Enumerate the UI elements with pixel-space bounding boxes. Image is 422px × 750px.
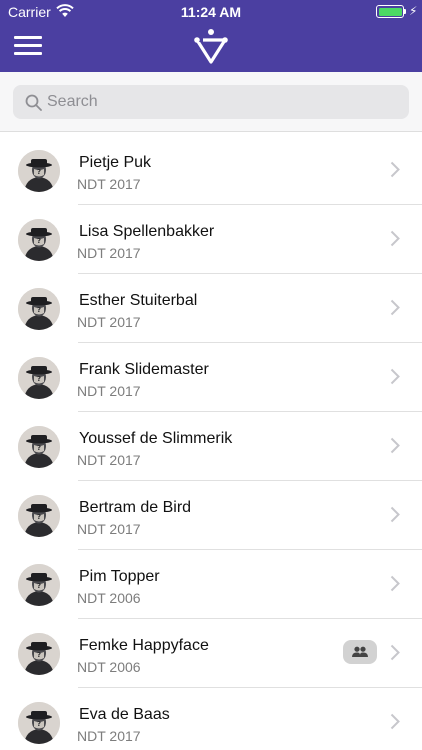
search-field[interactable] (13, 85, 409, 119)
avatar: ? (18, 219, 60, 261)
avatar-silhouette-icon: ? (18, 219, 60, 261)
contact-name: Pim Topper (79, 568, 160, 585)
avatar-silhouette-icon: ? (18, 288, 60, 330)
list-item[interactable]: ? Pietje Puk NDT 2017 (0, 136, 422, 205)
avatar-silhouette-icon: ? (18, 150, 60, 192)
status-bar: Carrier 11:24 AM ⚡ (0, 0, 422, 24)
svg-text:?: ? (37, 582, 41, 590)
chevron-right-icon (390, 506, 400, 523)
chevron-right-icon (390, 368, 400, 385)
contact-group: NDT 2006 (77, 590, 141, 606)
contact-name: Lisa Spellenbakker (79, 223, 215, 240)
list-item[interactable]: ? Eva de Baas NDT 2017 (0, 688, 422, 750)
avatar: ? (18, 426, 60, 468)
contact-name: Femke Happyface (79, 637, 209, 654)
list-item[interactable]: ? Bertram de Bird NDT 2017 (0, 481, 422, 550)
list-item[interactable]: ? Lisa Spellenbakker NDT 2017 (0, 205, 422, 274)
list-item[interactable]: ? Youssef de Slimmerik NDT 2017 (0, 412, 422, 481)
contact-group: NDT 2017 (77, 452, 141, 468)
battery-tip (404, 9, 406, 14)
svg-text:?: ? (37, 651, 41, 659)
chevron-right-icon (390, 230, 400, 247)
avatar-silhouette-icon: ? (18, 495, 60, 537)
chevron-right-icon (390, 161, 400, 178)
list-item[interactable]: ? Pim Topper NDT 2006 (0, 550, 422, 619)
contact-name: Pietje Puk (79, 154, 152, 171)
chevron-right-icon (390, 644, 400, 661)
contact-group: NDT 2017 (77, 245, 141, 261)
contact-name: Youssef de Slimmerik (79, 430, 233, 447)
avatar: ? (18, 564, 60, 606)
contact-group: NDT 2006 (77, 659, 141, 675)
svg-text:?: ? (37, 375, 41, 383)
app-header: Carrier 11:24 AM ⚡ (0, 0, 422, 72)
avatar-silhouette-icon: ? (18, 564, 60, 606)
contact-name: Eva de Baas (79, 706, 170, 723)
contact-name: Frank Slidemaster (79, 361, 209, 378)
search-icon (25, 94, 42, 111)
avatar: ? (18, 633, 60, 675)
contact-group: NDT 2017 (77, 314, 141, 330)
chevron-right-icon (390, 575, 400, 592)
svg-text:?: ? (37, 444, 41, 452)
avatar: ? (18, 702, 60, 744)
contact-name: Bertram de Bird (79, 499, 192, 516)
chevron-right-icon (390, 713, 400, 730)
search-input[interactable] (47, 85, 397, 119)
avatar: ? (18, 288, 60, 330)
group-badge[interactable] (343, 640, 377, 664)
chevron-right-icon (390, 437, 400, 454)
avatar-silhouette-icon: ? (18, 702, 60, 744)
list-item[interactable]: ? Femke Happyface NDT 2006 (0, 619, 422, 688)
search-bar-container (0, 72, 422, 132)
avatar: ? (18, 495, 60, 537)
svg-text:?: ? (37, 513, 41, 521)
svg-text:?: ? (37, 168, 41, 176)
svg-text:?: ? (37, 237, 41, 245)
svg-text:?: ? (37, 720, 41, 728)
avatar-silhouette-icon: ? (18, 426, 60, 468)
svg-text:?: ? (37, 306, 41, 314)
contact-group: NDT 2017 (77, 728, 141, 744)
battery-icon (376, 5, 404, 18)
group-people-icon (352, 646, 368, 657)
list-item[interactable]: ? Frank Slidemaster NDT 2017 (0, 343, 422, 412)
avatar: ? (18, 150, 60, 192)
avatar: ? (18, 357, 60, 399)
status-time: 11:24 AM (180, 4, 242, 20)
list-item[interactable]: ? Esther Stuiterbal NDT 2017 (0, 274, 422, 343)
avatar-silhouette-icon: ? (18, 357, 60, 399)
contact-group: NDT 2017 (77, 176, 141, 192)
contacts-list: ? Pietje Puk NDT 2017 ? Lisa Spellenbakk… (0, 136, 422, 750)
triangle-logo-icon (194, 29, 228, 64)
contact-group: NDT 2017 (77, 383, 141, 399)
avatar-silhouette-icon: ? (18, 633, 60, 675)
contact-name: Esther Stuiterbal (79, 292, 198, 309)
contact-group: NDT 2017 (77, 521, 141, 537)
chevron-right-icon (390, 299, 400, 316)
charging-icon: ⚡ (409, 4, 418, 18)
hamburger-menu-icon[interactable] (14, 36, 42, 56)
